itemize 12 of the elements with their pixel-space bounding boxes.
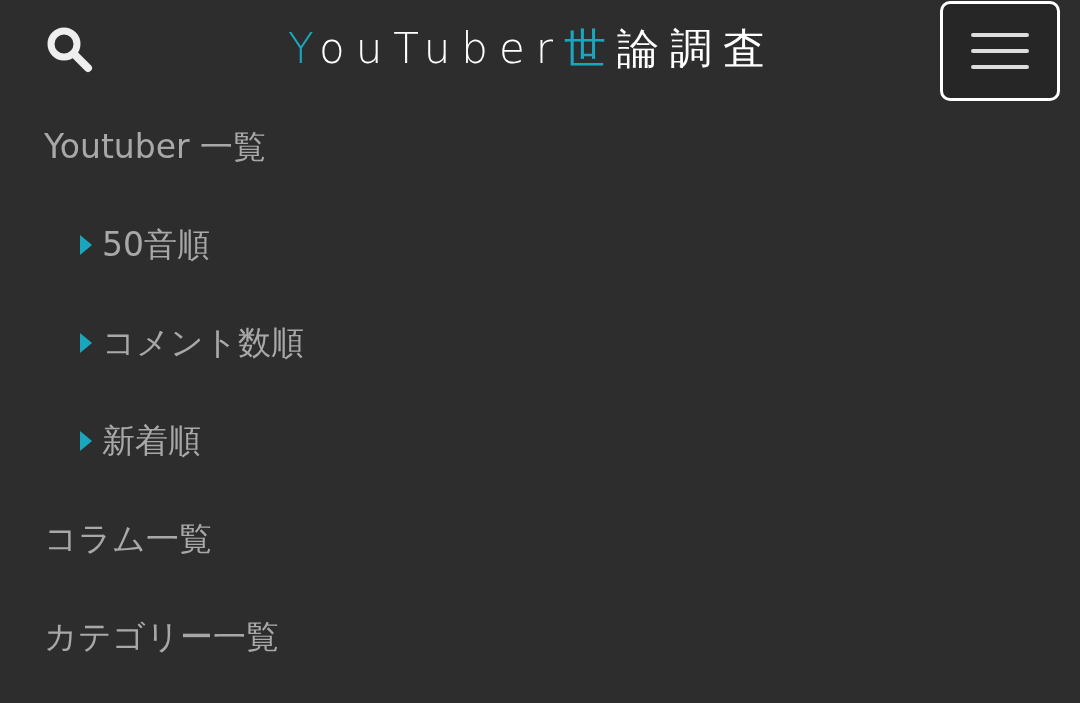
menu-link[interactable]: カテゴリー一覧 xyxy=(44,614,279,660)
submenu-link[interactable]: 新着順 xyxy=(102,418,201,464)
menu-button[interactable] xyxy=(940,1,1060,101)
triangle-icon xyxy=(80,431,92,451)
site-logo[interactable]: Y ouTuber 世 論調査 xyxy=(287,21,777,77)
submenu-link[interactable]: 50音順 xyxy=(102,222,210,268)
triangle-icon xyxy=(80,235,92,255)
menu-link[interactable]: Youtuber 一覧 xyxy=(44,124,267,170)
menu-icon xyxy=(970,31,1030,71)
triangle-icon xyxy=(80,333,92,353)
menu-link[interactable]: コラム一覧 xyxy=(44,516,212,562)
submenu-link[interactable]: コメント数順 xyxy=(102,320,304,366)
